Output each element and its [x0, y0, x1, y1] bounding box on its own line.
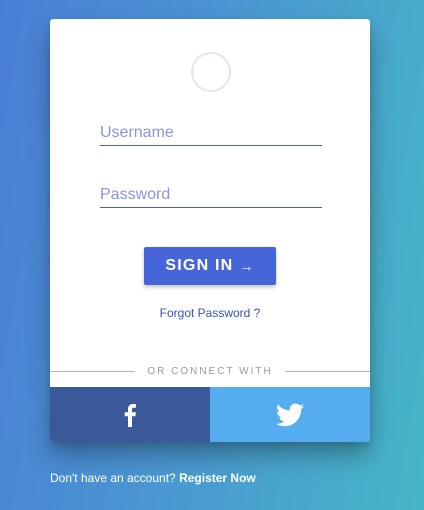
sign-in-label: SIGN IN: [165, 257, 234, 274]
twitter-icon: [276, 402, 304, 426]
password-input[interactable]: [100, 183, 322, 208]
sign-in-button[interactable]: SIGN IN →: [144, 247, 276, 285]
avatar-placeholder-icon: [191, 52, 231, 92]
facebook-icon: [124, 403, 136, 427]
register-now-link[interactable]: Register Now: [179, 471, 256, 485]
arrow-right-icon: →: [239, 258, 255, 274]
register-prompt: Don't have an account? Register Now: [50, 471, 256, 485]
username-input[interactable]: [100, 121, 322, 146]
twitter-login-button[interactable]: [210, 387, 370, 442]
forgot-password-link[interactable]: Forgot Password ?: [50, 306, 370, 320]
login-card: SIGN IN → Forgot Password ? OR CONNECT W…: [50, 19, 370, 442]
divider-line-right: [284, 370, 370, 372]
social-login-row: [50, 387, 370, 442]
register-prompt-text: Don't have an account?: [50, 471, 176, 485]
divider-label: OR CONNECT WITH: [147, 365, 273, 377]
divider-line-left: [50, 370, 136, 372]
connect-divider: OR CONNECT WITH: [50, 365, 370, 377]
facebook-login-button[interactable]: [50, 387, 210, 442]
